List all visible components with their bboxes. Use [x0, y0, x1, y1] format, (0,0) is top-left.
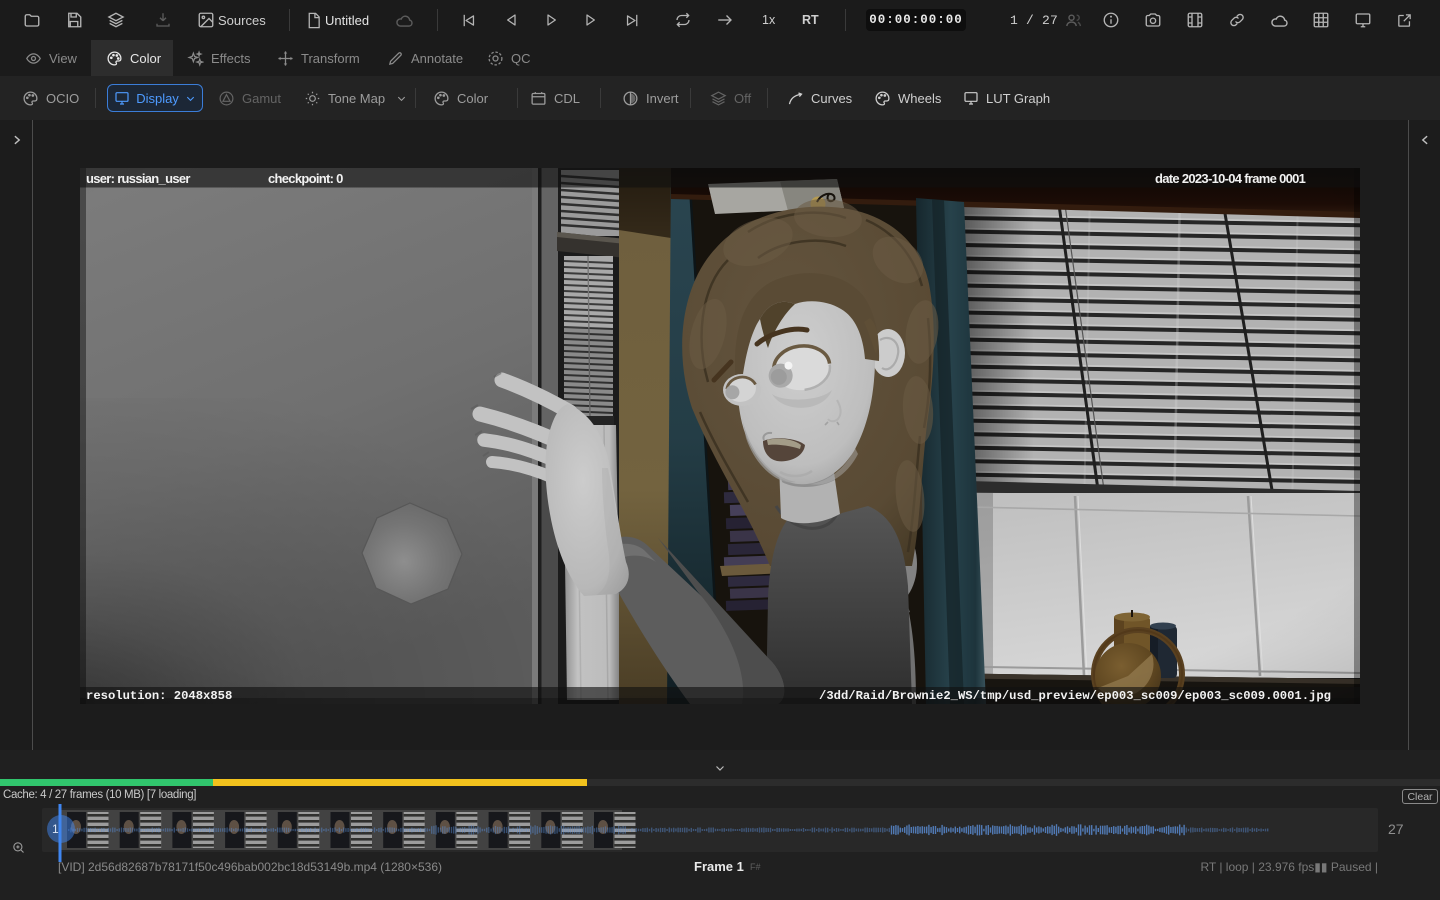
svg-text:1: 1: [52, 822, 59, 836]
